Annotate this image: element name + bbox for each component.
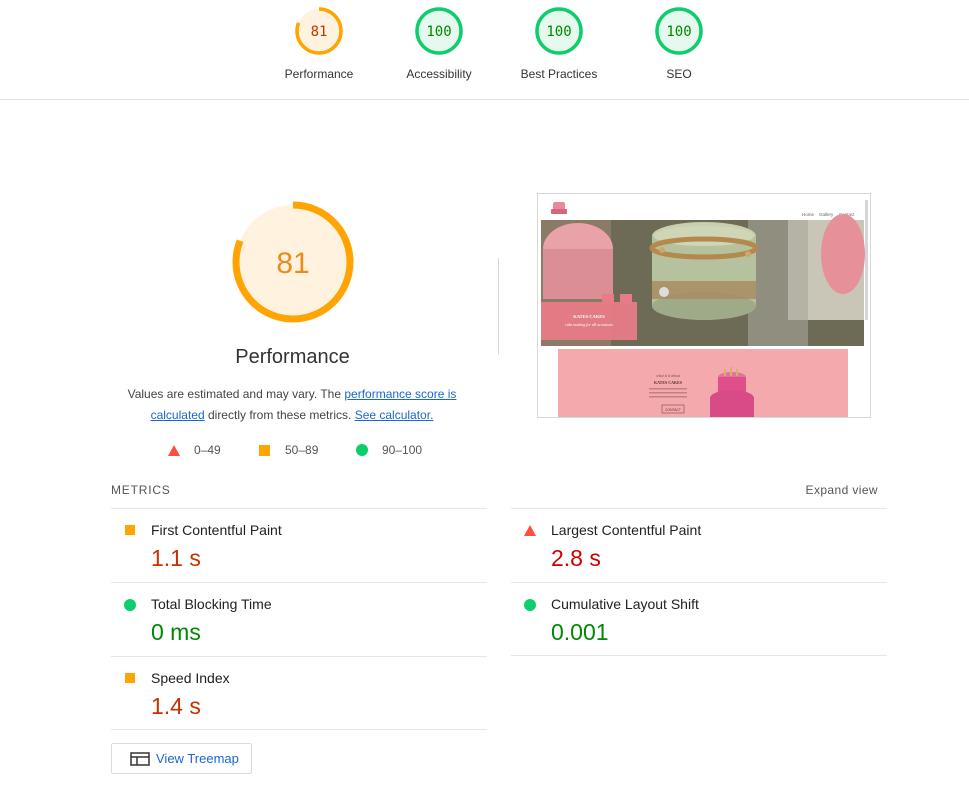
- circle-icon: [524, 599, 536, 611]
- metric-value: 0 ms: [151, 619, 201, 645]
- performance-main-gauge: 81: [140, 200, 445, 329]
- metrics-divider: [511, 655, 887, 656]
- metric-cumulative-layout-shift: Cumulative Layout Shift 0.001: [511, 582, 887, 656]
- hero-title: KATES CAKES: [573, 314, 605, 319]
- gauge-score: 100: [666, 24, 691, 40]
- metric-value: 1.4 s: [151, 693, 201, 719]
- metric-label: Largest Contentful Paint: [551, 522, 702, 538]
- vertical-divider: [498, 258, 499, 354]
- about-title: KATES CAKES: [654, 380, 683, 385]
- description-text: Values are estimated and may vary. The: [127, 387, 345, 401]
- legend-range: 90–100: [382, 443, 423, 457]
- gauge-score: 100: [426, 24, 451, 40]
- square-icon: [125, 673, 135, 683]
- metric-largest-contentful-paint: Largest Contentful Paint 2.8 s: [511, 508, 887, 582]
- metric-label: Total Blocking Time: [151, 596, 272, 612]
- performance-title: Performance: [235, 346, 350, 368]
- legend-pass: 90–100: [356, 443, 422, 457]
- triangle-icon: [524, 525, 536, 536]
- gauge-seo[interactable]: 100 SEO: [619, 6, 739, 81]
- metric-first-contentful-paint: First Contentful Paint 1.1 s: [111, 508, 487, 582]
- metric-speed-index: Speed Index 1.4 s: [111, 656, 487, 730]
- screenshot-image: Home Gallery Contact KATES CAKES cake ma…: [538, 194, 870, 417]
- seo-gauge-ring: 100: [655, 7, 703, 55]
- legend-fail: 0–49: [168, 443, 221, 457]
- category-summary-bar: 81 Performance 100 Accessibility 100 Bes…: [0, 0, 969, 100]
- nav-item: Home: [802, 212, 815, 217]
- about-button: CONTACT: [665, 408, 681, 412]
- treemap-icon: [130, 751, 150, 766]
- nav-item: Gallery: [819, 212, 834, 217]
- metric-total-blocking-time: Total Blocking Time 0 ms: [111, 582, 487, 656]
- metric-value: 0.001: [551, 619, 609, 645]
- main-gauge-score: 81: [276, 247, 309, 280]
- circle-icon: [356, 444, 368, 456]
- screenshot-scrollbar: [865, 200, 868, 320]
- square-icon: [259, 444, 270, 456]
- gauge-accessibility[interactable]: 100 Accessibility: [379, 6, 499, 81]
- gauge-label: Accessibility: [406, 67, 472, 81]
- metric-value: 1.1 s: [151, 545, 201, 571]
- square-icon: [125, 525, 135, 535]
- page-screenshot[interactable]: Home Gallery Contact KATES CAKES cake ma…: [537, 193, 871, 418]
- gauge-label: SEO: [666, 67, 692, 81]
- circle-icon: [124, 599, 136, 611]
- see-calculator-link[interactable]: See calculator.: [355, 408, 434, 422]
- gauge-best-practices[interactable]: 100 Best Practices: [499, 6, 619, 81]
- about-heading: what is it about: [656, 374, 680, 378]
- legend-range: 50–89: [285, 443, 319, 457]
- gauge-label: Performance: [284, 67, 354, 81]
- metrics-heading: METRICS: [111, 483, 171, 497]
- metric-label: Cumulative Layout Shift: [551, 596, 699, 612]
- legend-range: 0–49: [194, 443, 221, 457]
- gauge-performance[interactable]: 81 Performance: [259, 6, 379, 81]
- metric-value: 2.8 s: [551, 545, 601, 571]
- performance-gauge-large: 81: [232, 201, 353, 323]
- legend-average: 50–89: [259, 443, 318, 457]
- best-practices-gauge-ring: 100: [535, 7, 583, 55]
- gauge-label: Best Practices: [520, 67, 598, 81]
- expand-view-button[interactable]: Expand view: [806, 483, 878, 497]
- performance-description: Values are estimated and may vary. The p…: [112, 384, 472, 426]
- gauge-score: 81: [311, 24, 328, 40]
- hero-tagline: cake making for all occasions: [565, 322, 613, 327]
- gauge-score: 100: [546, 24, 571, 40]
- metrics-divider: [111, 729, 487, 730]
- performance-gauge-ring: 81: [295, 7, 343, 55]
- triangle-icon: [168, 444, 180, 456]
- metric-label: Speed Index: [151, 670, 230, 686]
- view-treemap-button[interactable]: View Treemap: [111, 743, 252, 774]
- treemap-label: View Treemap: [156, 751, 239, 766]
- metric-label: First Contentful Paint: [151, 522, 282, 538]
- accessibility-gauge-ring: 100: [415, 7, 463, 55]
- description-text: directly from these metrics.: [204, 408, 355, 422]
